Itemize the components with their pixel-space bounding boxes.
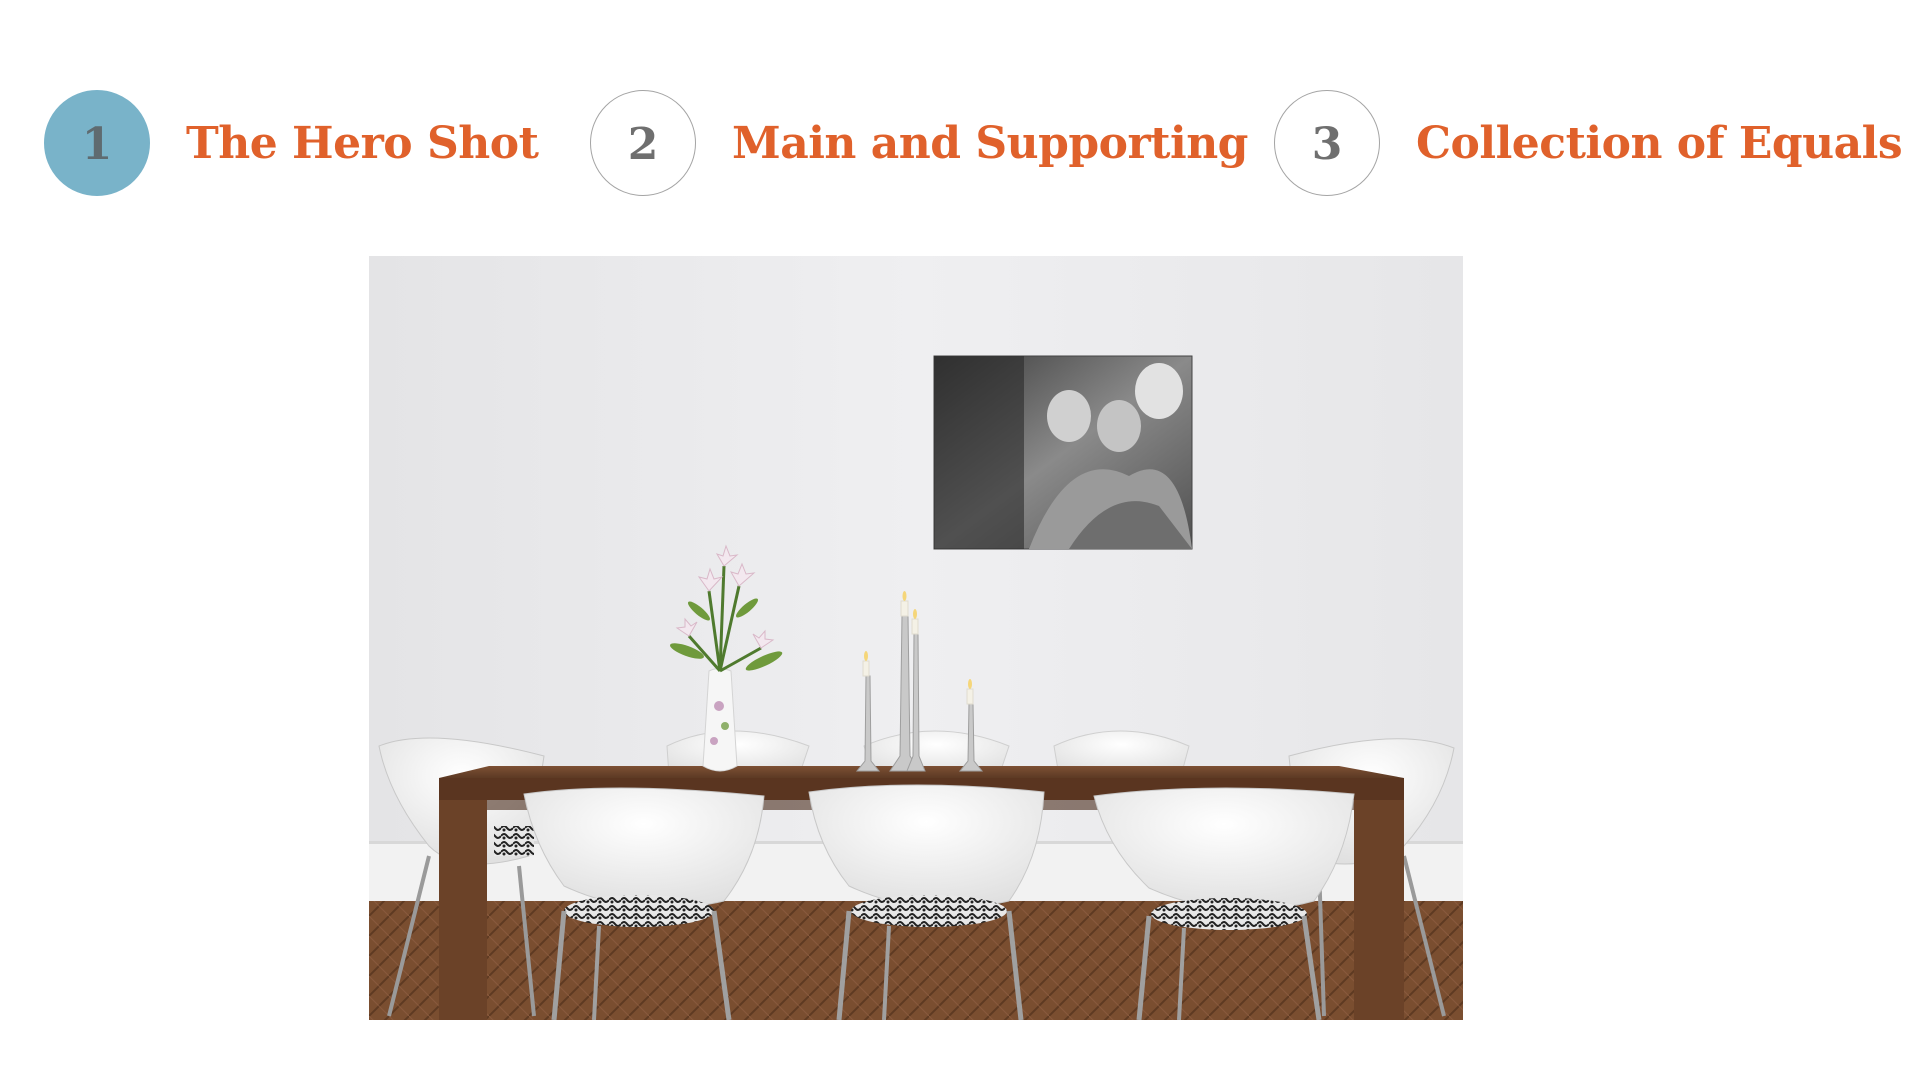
step-2-circle[interactable]: 2 [590,90,696,196]
step-3-collection-of-equals[interactable]: 3 Collection of Equals [1274,88,1903,198]
step-2-number: 2 [627,119,659,170]
step-3-label[interactable]: Collection of Equals [1416,118,1903,169]
step-navigation: 1 The Hero Shot 2 Main and Supporting 3 … [44,88,1903,198]
step-3-number: 3 [1311,119,1343,170]
step-1-label[interactable]: The Hero Shot [186,118,539,169]
step-1-number: 1 [81,119,113,170]
step-1-circle[interactable]: 1 [44,90,150,196]
dining-room-photo [369,256,1463,1020]
step-2-main-and-supporting[interactable]: 2 Main and Supporting [590,88,1248,198]
wall-photo-print [933,355,1193,550]
step-3-circle[interactable]: 3 [1274,90,1380,196]
step-1-hero-shot[interactable]: 1 The Hero Shot [44,88,539,198]
step-2-label[interactable]: Main and Supporting [732,118,1248,169]
